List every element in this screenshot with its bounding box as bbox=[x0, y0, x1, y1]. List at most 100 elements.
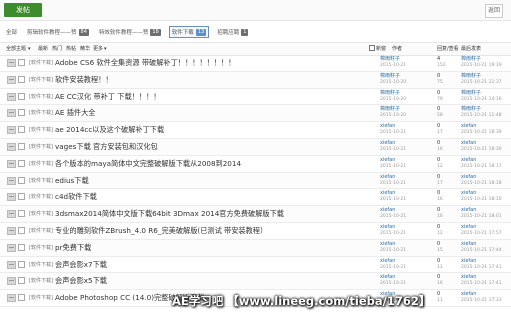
author-link[interactable]: 棉雨籽子 bbox=[380, 90, 400, 96]
tab-effects-tutorials[interactable]: 特效软件教程——赞 18 bbox=[97, 27, 163, 37]
table-row[interactable]: [软件下载] 软件安装教程！！ 棉雨籽子 2015-10-20 0 75 棉雨籽子 2015-… bbox=[0, 71, 511, 89]
table-row[interactable]: [软件下载] 3dsmax2014简体中文版下载64bit 3Dmax 2014官… bbox=[0, 206, 511, 223]
author-link[interactable]: xiefan bbox=[380, 123, 395, 129]
back-button[interactable]: 返回 bbox=[485, 4, 503, 18]
row-checkbox[interactable] bbox=[18, 75, 25, 83]
last-poster-link[interactable]: 棉雨籽子 bbox=[461, 56, 481, 62]
sort-latest[interactable]: 最新 bbox=[38, 43, 48, 55]
last-poster-link[interactable]: 棉雨籽子 bbox=[461, 90, 481, 96]
last-poster-link[interactable]: xiefan bbox=[461, 123, 476, 129]
all-topics-filter[interactable]: 全部主题 bbox=[6, 43, 26, 55]
last-poster-link[interactable]: xiefan bbox=[461, 241, 476, 247]
row-checkbox[interactable] bbox=[18, 109, 25, 117]
thread-title-link[interactable]: 会声会影x5下载 bbox=[55, 275, 107, 286]
sort-digest[interactable]: 精华 bbox=[80, 43, 90, 55]
row-checkbox[interactable] bbox=[18, 277, 25, 285]
row-checkbox[interactable] bbox=[18, 243, 25, 251]
sort-popular[interactable]: 热帖 bbox=[66, 43, 76, 55]
category-tag[interactable]: [软件下载] bbox=[29, 209, 53, 219]
table-row[interactable]: [软件下载] 会声会影x5下载 xiefan 2015-10-21 0 16 xiefan 2… bbox=[0, 273, 511, 291]
dropdown-arrow-icon[interactable]: ▾ bbox=[28, 43, 31, 55]
category-tag[interactable]: [软件下载] bbox=[29, 243, 53, 253]
row-checkbox[interactable] bbox=[18, 226, 25, 234]
row-checkbox[interactable] bbox=[18, 142, 25, 150]
table-row[interactable]: [软件下载] AE 插件大全 棉雨籽子 2015-10-20 0 58 棉雨籽子 2015-1… bbox=[0, 105, 511, 123]
thread-title-link[interactable]: vages下载 官方安装包和汉化包 bbox=[55, 141, 158, 152]
row-checkbox[interactable] bbox=[18, 126, 25, 134]
table-row[interactable]: [软件下载] pr免费下载 xiefan 2015-10-21 0 15 xiefan 201… bbox=[0, 239, 511, 257]
category-tag[interactable]: [软件下载] bbox=[29, 276, 53, 286]
tab-recruitment[interactable]: 招聘应聘 1 bbox=[215, 27, 250, 37]
thread-title-link[interactable]: edius下载 bbox=[55, 175, 89, 186]
author-link[interactable]: xiefan bbox=[380, 190, 395, 196]
thread-title-link[interactable]: Adobe CS6 软件全集资源 带破解补丁！！！！！！！！ bbox=[55, 57, 235, 68]
author-link[interactable]: 棉雨籽子 bbox=[380, 106, 400, 112]
tab-all[interactable]: 全部 bbox=[4, 27, 19, 37]
chevron-down-icon[interactable]: ▾ bbox=[104, 43, 107, 55]
thread-title-link[interactable]: 专业的雕刻软件ZBrush_4.0 R6_完美破解版(已测试 带安装教程） bbox=[55, 225, 267, 236]
author-link[interactable]: xiefan bbox=[380, 157, 395, 163]
thread-title-link[interactable]: 会声会影x7下载 bbox=[55, 259, 107, 270]
table-row[interactable]: [软件下载] Adobe CS6 软件全集资源 带破解补丁！！！！！！！！ 棉雨籽子… bbox=[0, 55, 511, 72]
thread-title-link[interactable]: pr免费下载 bbox=[55, 242, 91, 253]
row-checkbox[interactable] bbox=[18, 193, 25, 201]
row-checkbox[interactable] bbox=[18, 294, 25, 302]
author-link[interactable]: xiefan bbox=[380, 258, 395, 264]
category-tag[interactable]: [软件下载] bbox=[29, 125, 53, 135]
author-link[interactable]: xiefan bbox=[380, 241, 395, 247]
thread-title-link[interactable]: ae 2014cc以及这个破解补丁下载 bbox=[55, 124, 164, 135]
author-link[interactable]: 棉雨籽子 bbox=[380, 56, 400, 62]
thread-title-link[interactable]: 3dsmax2014简体中文版下载64bit 3Dmax 2014官方免费破解版… bbox=[55, 208, 284, 219]
row-checkbox[interactable] bbox=[18, 176, 25, 184]
last-poster-link[interactable]: xiefan bbox=[461, 140, 476, 146]
category-tag[interactable]: [软件下载] bbox=[29, 58, 53, 68]
thread-title-link[interactable]: 各个版本的maya简体中文完整破解版下载从2008到2014 bbox=[55, 158, 241, 169]
last-poster-link[interactable]: xiefan bbox=[461, 291, 476, 297]
table-row[interactable]: [软件下载] edius下载 xiefan 2015-10-21 0 17 xiefan 20… bbox=[0, 172, 511, 190]
author-link[interactable]: xiefan bbox=[380, 207, 395, 213]
table-row[interactable]: [软件下载] AE CC汉化 带补丁 下载！！！！ 棉雨籽子 2015-10-20 0 7… bbox=[0, 89, 511, 106]
row-checkbox[interactable] bbox=[18, 159, 25, 167]
last-poster-link[interactable]: xiefan bbox=[461, 174, 476, 180]
thread-title-link[interactable]: AE CC汉化 带补丁 下载！！！！ bbox=[55, 91, 160, 102]
thread-title-link[interactable]: c4d软件下载 bbox=[55, 191, 97, 202]
last-poster-link[interactable]: xiefan bbox=[461, 207, 476, 213]
author-link[interactable]: xiefan bbox=[380, 174, 395, 180]
checkbox-icon[interactable] bbox=[369, 45, 375, 51]
category-tag[interactable]: [软件下载] bbox=[29, 92, 53, 102]
category-tag[interactable]: [软件下载] bbox=[29, 108, 53, 118]
tab-editing-tutorials[interactable]: 剪辑软件教程——赞 84 bbox=[25, 27, 91, 37]
table-row[interactable]: [软件下载] 会声会影x7下载 xiefan 2015-10-21 0 11 xiefan 2… bbox=[0, 257, 511, 274]
last-poster-link[interactable]: xiefan bbox=[461, 224, 476, 230]
table-row[interactable]: [软件下载] 各个版本的maya简体中文完整破解版下载从2008到2014 xief… bbox=[0, 156, 511, 173]
category-tag[interactable]: [软件下载] bbox=[29, 176, 53, 186]
thread-title-link[interactable]: AE 插件大全 bbox=[55, 107, 96, 118]
author-link[interactable]: xiefan bbox=[380, 140, 395, 146]
category-tag[interactable]: [软件下载] bbox=[29, 75, 53, 85]
table-row[interactable]: [软件下载] 专业的雕刻软件ZBrush_4.0 R6_完美破解版(已测试 带安装… bbox=[0, 223, 511, 240]
category-tag[interactable]: [软件下载] bbox=[29, 260, 53, 270]
last-poster-link[interactable]: 棉雨籽子 bbox=[461, 73, 481, 79]
thread-title-link[interactable]: 软件安装教程！！ bbox=[55, 74, 113, 85]
category-tag[interactable]: [软件下载] bbox=[29, 142, 53, 152]
author-link[interactable]: xiefan bbox=[380, 274, 395, 280]
sort-hot[interactable]: 热门 bbox=[52, 43, 62, 55]
category-tag[interactable]: [软件下载] bbox=[29, 159, 53, 169]
category-tag[interactable]: [软件下载] bbox=[29, 226, 53, 236]
table-row[interactable]: [软件下载] ae 2014cc以及这个破解补丁下载 xiefan 2015-10-2… bbox=[0, 122, 511, 139]
row-checkbox[interactable] bbox=[18, 92, 25, 100]
row-checkbox[interactable] bbox=[18, 59, 25, 66]
category-tag[interactable]: [软件下载] bbox=[29, 192, 53, 202]
last-poster-link[interactable]: 棉雨籽子 bbox=[461, 106, 481, 112]
last-poster-link[interactable]: xiefan bbox=[461, 190, 476, 196]
table-row[interactable]: [软件下载] vages下载 官方安装包和汉化包 xiefan 2015-10-21 0… bbox=[0, 138, 511, 156]
new-window-toggle[interactable]: 新窗 bbox=[369, 43, 386, 55]
last-poster-link[interactable]: xiefan bbox=[461, 274, 476, 280]
table-row[interactable]: [软件下载] c4d软件下载 xiefan 2015-10-21 0 16 xiefan 20… bbox=[0, 189, 511, 207]
author-link[interactable]: xiefan bbox=[380, 224, 395, 230]
sort-more[interactable]: 更多 bbox=[93, 43, 103, 55]
last-poster-link[interactable]: xiefan bbox=[461, 157, 476, 163]
author-link[interactable]: 棉雨籽子 bbox=[380, 73, 400, 79]
tab-software-download[interactable]: 软件下载 13 bbox=[168, 26, 210, 38]
last-poster-link[interactable]: xiefan bbox=[461, 258, 476, 264]
